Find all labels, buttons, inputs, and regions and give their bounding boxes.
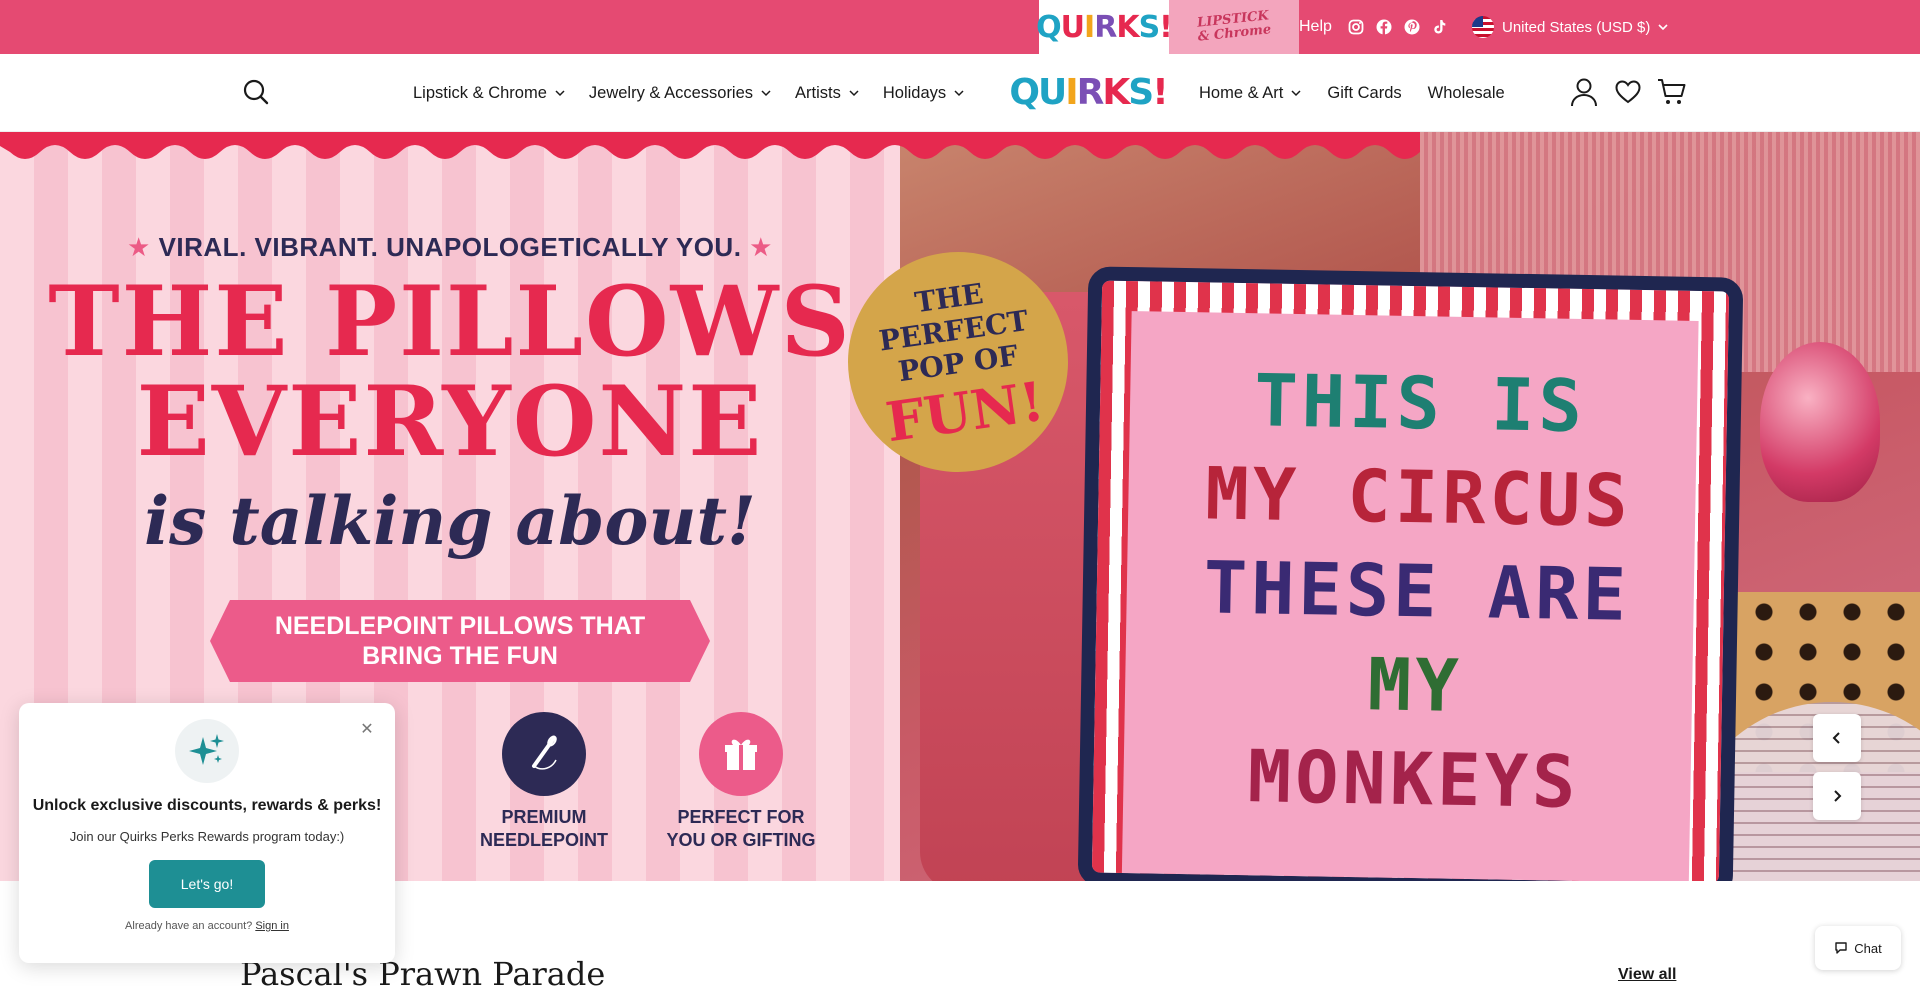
chat-icon [1835,942,1847,954]
popup-footer: Already have an account? Sign in [19,920,395,932]
feature-line: NEEDLEPOINT [479,830,608,850]
nav-right-menu: Home & Art Gift Cards Wholesale [1199,54,1505,132]
nav-item-label: Jewelry & Accessories [588,83,754,102]
nav-left-menu: Lipstick & Chrome Jewelry & Accessories … [413,54,964,132]
pillow-text: THIS IS MY CIRCUS THESE ARE MY MONKEYS [1133,351,1701,831]
pillow-line: MY [1367,642,1464,728]
chevron-down-icon [761,90,771,97]
hero-headline: THE PILLOWS EVERYONE [40,272,860,472]
close-icon[interactable]: ✕ [357,719,377,739]
feature-line: PERFECT FOR [677,807,805,827]
nav-item-label: Gift Cards [1327,83,1402,102]
slideshow-prev-button[interactable] [1813,714,1861,762]
pinterest-icon[interactable] [1404,19,1420,35]
wishlist-icon[interactable] [1613,76,1643,108]
lets-go-button[interactable]: Let's go! [149,860,265,908]
popup-title: Unlock exclusive discounts, rewards & pe… [32,797,382,814]
sign-in-link[interactable]: Sign in [255,920,289,932]
account-icon[interactable] [1569,76,1599,108]
star-icon: ★ [749,232,773,262]
pillow-line: MY CIRCUS [1204,451,1633,543]
popup-subtitle: Join our Quirks Perks Rewards program to… [69,829,345,844]
top-links: Help [1299,0,1448,54]
currency-selector[interactable]: United States (USD $) [1472,0,1668,54]
nav-item-label: Lipstick & Chrome [413,83,547,102]
scallop-border [0,132,1420,159]
hero-tagline-text: VIRAL. VIBRANT. UNAPOLOGETICALLY YOU. [158,232,742,262]
headline-line: EVERYONE [136,365,764,478]
site-logo[interactable]: QUIRKS! [1009,70,1168,114]
feature-item-gifting: PERFECT FOR YOU OR GIFTING [641,712,841,852]
star-icon: ★ [127,232,151,262]
needlepoint-pillow: THIS IS MY CIRCUS THESE ARE MY MONKEYS [1077,266,1744,881]
chevron-right-icon [1834,790,1842,802]
search-icon[interactable] [240,76,272,108]
rewards-popup: ✕ Unlock exclusive discounts, rewards & … [19,703,395,963]
tiktok-icon[interactable] [1432,19,1448,35]
ribbon-line: NEEDLEPOINT PILLOWS THAT [274,612,646,640]
gift-icon [699,712,783,796]
needle-icon [502,712,586,796]
feature-line: YOU OR GIFTING [666,830,816,850]
nav-item-label: Holidays [882,83,947,102]
chevron-down-icon [954,90,964,97]
announcement-bar: QUIRKS! LIPSTICK & Chrome Help United St… [0,0,1920,54]
nav-item-home-art[interactable]: Home & Art [1199,84,1301,103]
popup-footer-text: Already have an account? [125,920,253,932]
store-tab-lipstick-chrome[interactable]: LIPSTICK & Chrome [1169,0,1299,54]
chevron-down-icon [849,90,859,97]
view-all-link[interactable]: View all [1618,966,1676,984]
nav-item-holidays[interactable]: Holidays [883,84,964,103]
nav-actions [1569,76,1687,108]
nav-item-artists[interactable]: Artists [795,84,859,103]
lipstick-chrome-logo: LIPSTICK & Chrome [1196,8,1273,45]
main-nav: Lipstick & Chrome Jewelry & Accessories … [0,54,1920,132]
nav-item-gift-cards[interactable]: Gift Cards [1327,84,1401,103]
chevron-down-icon [1658,24,1668,31]
cart-icon[interactable] [1657,76,1687,108]
us-flag-icon [1472,16,1494,38]
feature-line: PREMIUM [501,807,587,827]
lamp-base [1760,342,1880,502]
chat-button[interactable]: Chat [1815,926,1901,970]
nav-item-jewelry-accessories[interactable]: Jewelry & Accessories [589,84,771,103]
currency-label: United States (USD $) [1502,18,1651,36]
nav-item-lipstick-chrome[interactable]: Lipstick & Chrome [413,84,565,103]
chevron-down-icon [555,90,565,97]
sparkle-icon [175,719,239,783]
chevron-down-icon [1291,90,1301,97]
nav-item-wholesale[interactable]: Wholesale [1428,84,1505,103]
nav-item-label: Wholesale [1427,83,1505,102]
instagram-icon[interactable] [1348,19,1364,35]
hero-headline-script: is talking about! [144,482,756,560]
facebook-icon[interactable] [1376,19,1392,35]
feature-item-premium: PREMIUM NEEDLEPOINT [444,712,644,852]
chat-label: Chat [1854,940,1882,956]
help-link[interactable]: Help [1299,18,1332,36]
pillow-line: THESE ARE [1203,545,1631,637]
headline-line: THE PILLOWS [48,265,852,378]
logo-wordmark: QUIRKS! [1009,71,1168,113]
pillow-line: MONKEYS [1247,734,1580,824]
hero-ribbon: NEEDLEPOINT PILLOWS THAT BRING THE FUN [210,600,710,682]
chevron-left-icon [1832,732,1840,744]
nav-item-label: Home & Art [1199,83,1284,102]
page: QUIRKS! LIPSTICK & Chrome Help United St… [0,0,1920,993]
nav-item-label: Artists [795,83,841,102]
hero-tagline: ★ VIRAL. VIBRANT. UNAPOLOGETICALLY YOU. … [0,232,900,263]
quirks-logo-small: QUIRKS! [1036,9,1173,45]
slideshow-next-button[interactable] [1813,772,1861,820]
store-tab-quirks[interactable]: QUIRKS! [1036,0,1173,54]
ribbon-line: BRING THE FUN [362,642,558,670]
pillow-line: THIS IS [1253,358,1587,449]
